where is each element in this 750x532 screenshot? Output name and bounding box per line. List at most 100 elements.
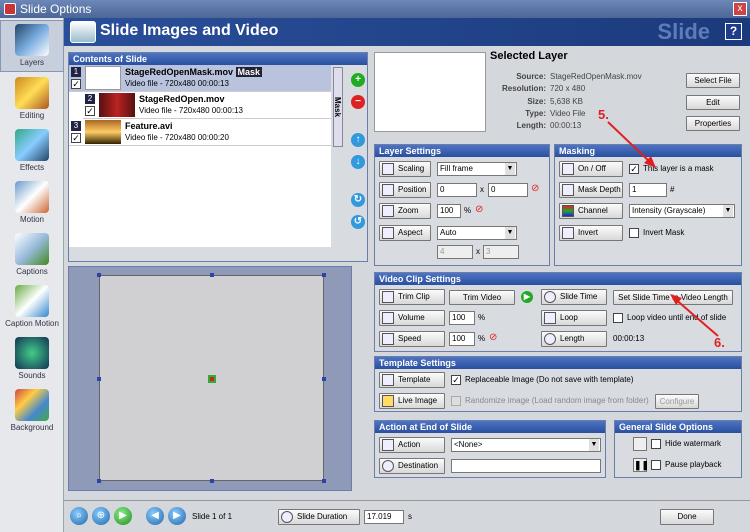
play-slide-icon[interactable]: ▶ — [114, 507, 132, 525]
length-button[interactable]: Length — [541, 331, 607, 347]
resize-handle[interactable] — [97, 479, 101, 483]
pause-playback-checkbox[interactable] — [651, 460, 661, 470]
add-layer-button[interactable]: + — [351, 73, 365, 87]
move-layer-down-icon[interactable]: ↓ — [351, 155, 365, 169]
scaling-button[interactable]: Scaling — [379, 161, 431, 177]
resize-handle[interactable] — [210, 479, 214, 483]
scaling-select[interactable]: Fill frame — [437, 162, 517, 176]
resize-handle[interactable] — [322, 479, 326, 483]
randomize-checkbox[interactable] — [451, 396, 461, 406]
resolution-value: 720 x 480 — [550, 84, 586, 93]
volume-button[interactable]: Volume — [379, 310, 445, 326]
aspect-height-input[interactable]: 3 — [483, 245, 519, 259]
mask-depth-input[interactable]: 1 — [629, 183, 667, 197]
preview-canvas[interactable] — [97, 273, 326, 483]
caption-motion-icon — [15, 285, 49, 317]
template-button[interactable]: Template — [379, 372, 445, 388]
aspect-button[interactable]: Aspect — [379, 225, 431, 241]
loop-button[interactable]: Loop — [541, 310, 607, 326]
position-button[interactable]: Position — [379, 182, 431, 198]
sidebar-item-caption-motion[interactable]: Caption Motion — [0, 282, 64, 334]
live-image-button[interactable]: Live Image — [379, 393, 445, 409]
speed-button[interactable]: Speed — [379, 331, 445, 347]
toggle-icon — [562, 163, 574, 175]
zoom-input[interactable]: 100 — [437, 204, 461, 218]
slide-time-button[interactable]: Slide Time — [541, 289, 607, 305]
mask-depth-button[interactable]: Mask Depth — [559, 182, 623, 198]
aspect-width-input[interactable]: 4 — [437, 245, 473, 259]
play-icon[interactable]: ▶ — [521, 291, 533, 303]
speed-icon — [382, 333, 394, 345]
speed-input[interactable]: 100 — [449, 332, 475, 346]
resize-handle[interactable] — [322, 273, 326, 277]
zoom-button[interactable]: Zoom — [379, 203, 431, 219]
replaceable-checkbox[interactable]: ✓ — [451, 375, 461, 385]
invert-mask-checkbox[interactable] — [629, 228, 639, 238]
sidebar-item-effects[interactable]: Effects — [0, 126, 64, 178]
channel-select[interactable]: Intensity (Grayscale) — [629, 204, 735, 218]
slide-duration-button[interactable]: Slide Duration — [278, 509, 360, 525]
properties-button[interactable]: Properties — [686, 116, 740, 131]
resize-handle[interactable] — [97, 273, 101, 277]
position-x-input[interactable]: 0 — [437, 183, 477, 197]
action-button[interactable]: Action — [379, 437, 445, 453]
reset-position-icon[interactable]: ⊘ — [531, 183, 539, 194]
move-layer-up-icon[interactable]: ↑ — [351, 133, 365, 147]
resize-handle[interactable] — [322, 377, 326, 381]
rotate-left-icon[interactable]: ↺ — [351, 215, 365, 229]
sidebar-item-sounds[interactable]: Sounds — [0, 334, 64, 386]
reset-speed-icon[interactable]: ⊘ — [489, 332, 497, 343]
zoom-preview-icon[interactable]: ⌕ — [70, 507, 88, 525]
destination-button[interactable]: Destination — [379, 458, 445, 474]
sidebar-item-layers[interactable]: Layers — [0, 20, 64, 72]
slide-options-window: Slide Options x Layers Editing Effects M… — [0, 0, 750, 532]
configure-button[interactable]: Configure — [655, 394, 699, 409]
type-value: Video File — [550, 109, 586, 118]
select-file-button[interactable]: Select File — [686, 73, 740, 88]
position-y-input[interactable]: 0 — [488, 183, 528, 197]
layer-thumbnail — [85, 66, 121, 90]
layer-row-3[interactable]: 3 ✓ Feature.avi Video file - 720x480 00:… — [69, 119, 331, 146]
length-value: 00:00:13 — [550, 121, 582, 130]
slide-duration-input[interactable]: 17.019 — [364, 510, 404, 524]
close-button[interactable]: x — [733, 2, 747, 16]
layer-visible-checkbox[interactable]: ✓ — [85, 106, 95, 116]
layer-row-1[interactable]: 1 ✓ StageRedOpenMask.mov Mask Video file… — [69, 65, 331, 92]
rotate-right-icon[interactable]: ↻ — [351, 193, 365, 207]
done-button[interactable]: Done — [660, 509, 714, 525]
destination-input[interactable] — [451, 459, 601, 473]
resolution-label: Resolution: — [502, 84, 546, 93]
sidebar-item-editing[interactable]: Editing — [0, 74, 64, 126]
next-slide-icon[interactable]: ▶ — [168, 507, 186, 525]
hide-watermark-checkbox[interactable] — [651, 439, 661, 449]
center-point-handle[interactable] — [208, 375, 216, 383]
layer-visible-checkbox[interactable]: ✓ — [71, 133, 81, 143]
help-button[interactable]: ? — [725, 23, 742, 40]
zoom-fit-icon[interactable]: ⊕ — [92, 507, 110, 525]
clock-icon — [544, 333, 556, 345]
sidebar-item-background[interactable]: Background — [0, 386, 64, 438]
channel-button[interactable]: Channel — [559, 203, 623, 219]
action-select[interactable]: <None> — [451, 438, 601, 452]
previous-slide-icon[interactable]: ◀ — [146, 507, 164, 525]
reset-zoom-icon[interactable]: ⊘ — [475, 204, 483, 215]
trim-video-button[interactable]: Trim Video — [449, 290, 515, 305]
resize-handle[interactable] — [210, 273, 214, 277]
sidebar-item-captions[interactable]: Captions — [0, 230, 64, 282]
background-icon — [15, 389, 49, 421]
sidebar-item-motion[interactable]: Motion — [0, 178, 64, 230]
remove-layer-button[interactable]: − — [351, 95, 365, 109]
layer-visible-checkbox[interactable]: ✓ — [71, 79, 81, 89]
layer-row-2[interactable]: 2 ✓ StageRedOpen.mov Video file - 720x48… — [83, 92, 331, 119]
invert-button[interactable]: Invert — [559, 225, 623, 241]
layer-list: 1 ✓ StageRedOpenMask.mov Mask Video file… — [69, 65, 331, 247]
resize-handle[interactable] — [97, 377, 101, 381]
clip-length-label: Length — [560, 334, 585, 343]
aspect-select[interactable]: Auto — [437, 226, 517, 240]
loop-checkbox[interactable] — [613, 313, 623, 323]
edit-button[interactable]: Edit — [686, 95, 740, 110]
volume-input[interactable]: 100 — [449, 311, 475, 325]
contents-panel: Contents of Slide 1 ✓ StageRedOpenMask.m… — [68, 52, 368, 262]
trim-clip-button[interactable]: Trim Clip — [379, 289, 445, 305]
layer-preview[interactable] — [68, 266, 352, 491]
